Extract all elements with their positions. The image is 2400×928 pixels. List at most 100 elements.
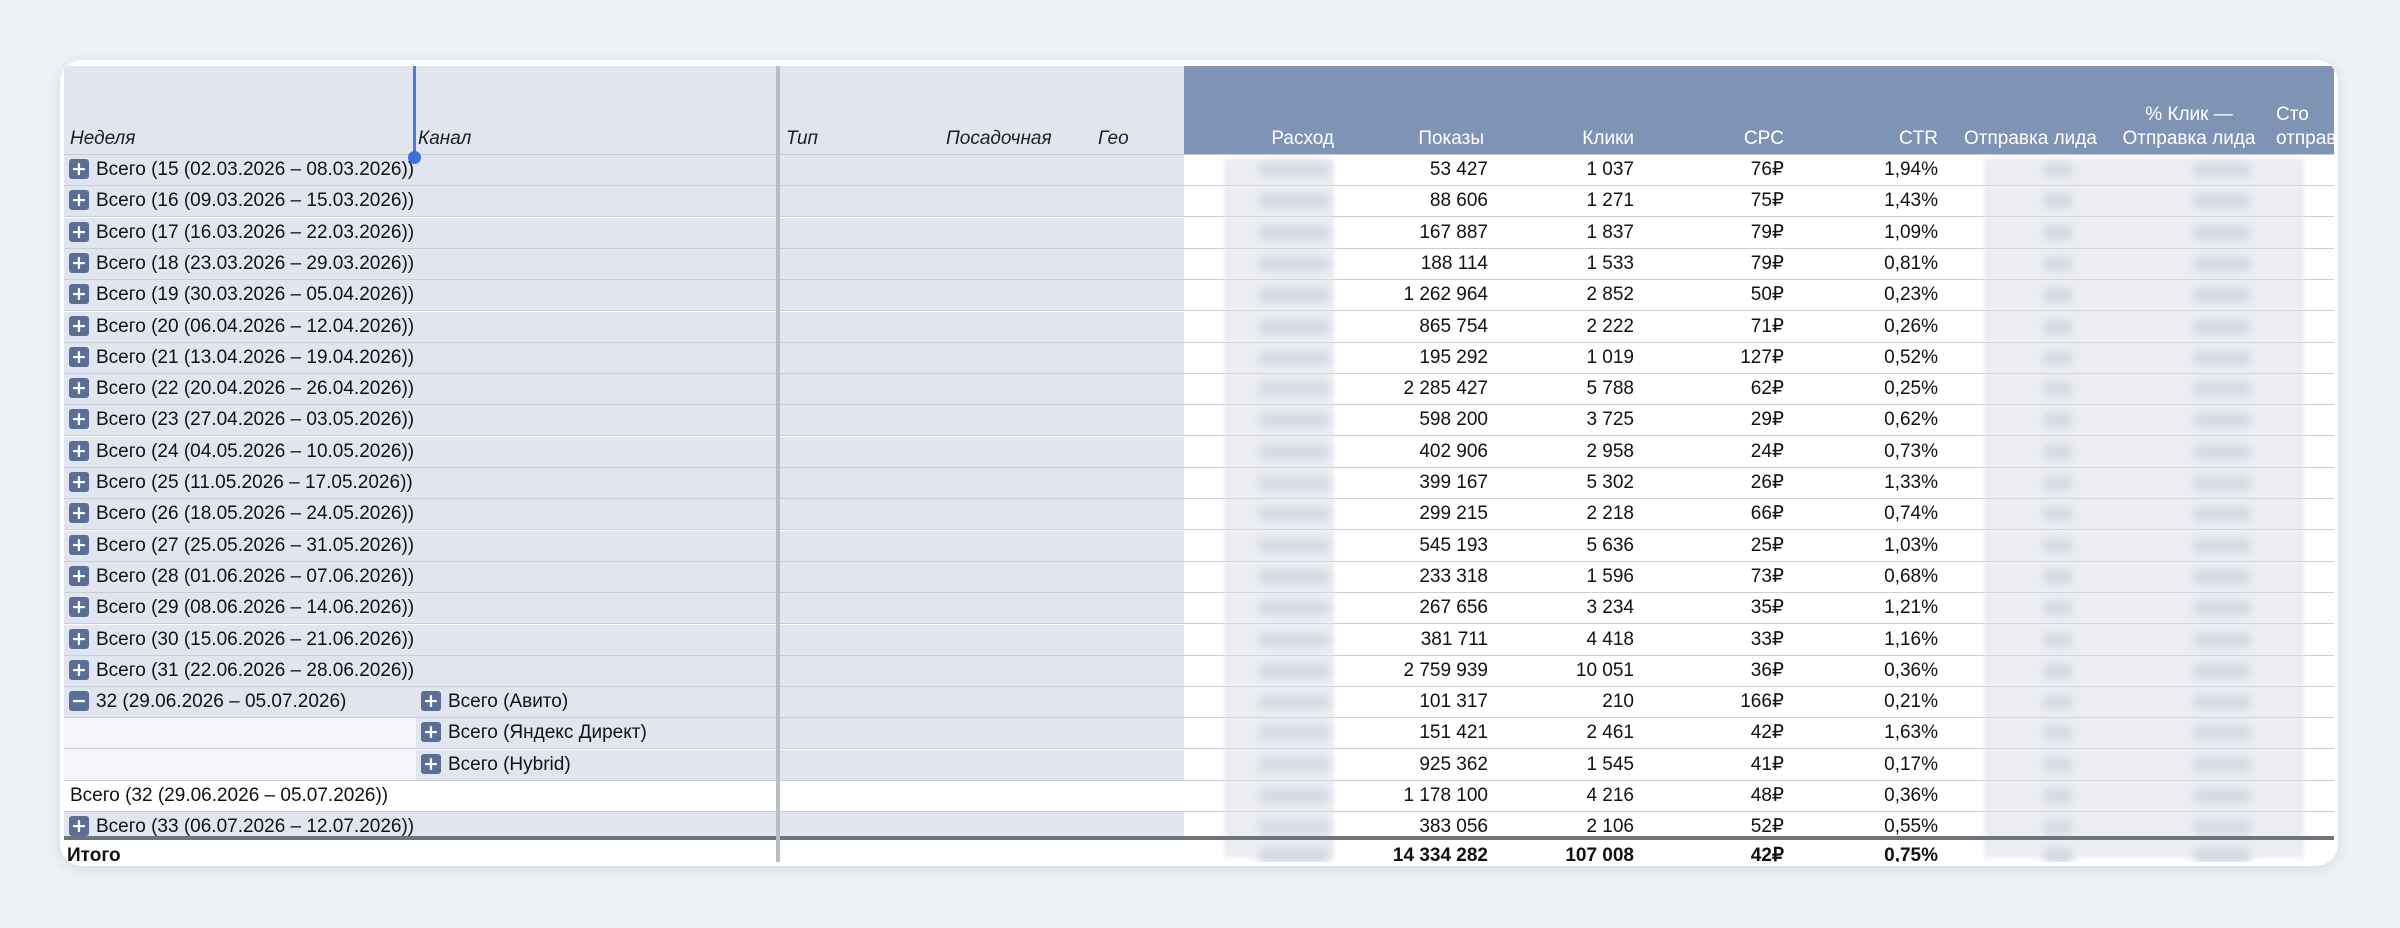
expand-icon[interactable]: +	[421, 691, 441, 712]
impressions-value: 233 318	[1419, 565, 1488, 587]
ctr-value: 1,21%	[1884, 597, 1938, 619]
row-dimension-cells	[64, 840, 1184, 862]
header-spend[interactable]: Расход	[1214, 128, 1334, 150]
expand-icon[interactable]: +	[69, 346, 89, 367]
impressions-value: 383 056	[1419, 816, 1488, 838]
column-group-separator[interactable]	[776, 66, 780, 862]
expand-icon[interactable]: +	[69, 659, 89, 680]
impressions-value: 1 262 964	[1403, 284, 1488, 306]
pivot-table: Неделя Канал Тип Посадочная Гео Расход П…	[64, 66, 2334, 862]
hidden-spend-column	[1224, 158, 1334, 858]
header-channel[interactable]: Канал	[418, 128, 471, 150]
expand-icon[interactable]: +	[69, 440, 89, 461]
ctr-value: 0,17%	[1884, 753, 1938, 775]
impressions-value: 402 906	[1419, 440, 1488, 462]
ctr-total: 0,75%	[1884, 845, 1938, 862]
column-resize-handle[interactable]	[408, 151, 421, 164]
cpc-value: 76₽	[1750, 159, 1784, 180]
clicks-value: 4 216	[1586, 785, 1634, 806]
header-lead-submit[interactable]: Отправка лида	[1964, 128, 2097, 150]
expand-icon[interactable]: +	[69, 284, 89, 305]
cpc-value: 29₽	[1750, 409, 1784, 431]
cpc-value: 166₽	[1740, 691, 1784, 713]
impressions-value: 167 887	[1419, 221, 1488, 243]
header-cpc[interactable]: CPC	[1674, 128, 1784, 150]
ctr-value: 0,55%	[1884, 816, 1938, 838]
impressions-value: 545 193	[1419, 534, 1488, 556]
week-label: Всего (33 (06.07.2026 – 12.07.2026))	[96, 816, 415, 838]
expand-icon[interactable]: +	[69, 190, 89, 211]
impressions-total: 14 334 282	[1392, 845, 1488, 862]
impressions-value: 865 754	[1419, 315, 1488, 337]
expand-icon[interactable]: +	[421, 753, 441, 774]
expand-icon[interactable]: +	[69, 315, 89, 336]
clicks-value: 2 106	[1586, 816, 1634, 838]
ctr-value: 0,21%	[1884, 691, 1938, 713]
week-label: Всего (27 (25.05.2026 – 31.05.2026))	[96, 534, 415, 556]
clicks-value: 210	[1602, 691, 1634, 713]
expand-icon[interactable]: +	[421, 722, 441, 743]
cpc-value: 79₽	[1750, 221, 1784, 243]
cpc-value: 35₽	[1750, 597, 1784, 619]
channel-label: Всего (Hybrid)	[448, 753, 571, 775]
clicks-value: 1 837	[1586, 221, 1634, 243]
week-label: Всего (16 (09.03.2026 – 15.03.2026))	[96, 190, 415, 212]
clicks-value: 1 019	[1586, 346, 1634, 368]
header-clicks[interactable]: Клики	[1514, 128, 1634, 150]
week-label: Всего (28 (01.06.2026 – 07.06.2026))	[96, 565, 415, 587]
header-geo[interactable]: Гео	[1098, 128, 1129, 150]
header-impressions[interactable]: Показы	[1364, 128, 1484, 150]
week-label: Всего (18 (23.03.2026 – 29.03.2026))	[96, 252, 415, 274]
clicks-value: 2 461	[1586, 722, 1634, 744]
header-click-lead-pct-top[interactable]: % Клик —	[2114, 104, 2264, 126]
cpc-value: 50₽	[1750, 284, 1784, 306]
expand-icon[interactable]: +	[69, 472, 89, 492]
impressions-value: 267 656	[1419, 597, 1488, 619]
ctr-value: 0,81%	[1884, 252, 1938, 274]
clicks-value: 3 234	[1586, 597, 1634, 619]
impressions-value: 381 711	[1420, 628, 1488, 650]
expand-icon[interactable]: +	[69, 409, 89, 430]
ctr-value: 0,25%	[1884, 378, 1938, 400]
expand-icon[interactable]: +	[69, 503, 89, 524]
expand-icon[interactable]: +	[69, 534, 89, 555]
cpc-value: 75₽	[1750, 190, 1784, 212]
expand-icon[interactable]: +	[69, 565, 89, 586]
ctr-value: 0,26%	[1884, 315, 1938, 337]
expand-icon[interactable]: +	[69, 816, 89, 837]
impressions-value: 151 421	[1419, 722, 1488, 744]
header-click-lead-pct[interactable]: Отправка лида	[2114, 128, 2264, 150]
ctr-value: 0,23%	[1884, 284, 1938, 306]
expand-icon[interactable]: +	[69, 252, 89, 273]
clicks-value: 2 222	[1586, 315, 1634, 337]
ctr-value: 0,36%	[1884, 659, 1938, 681]
expand-icon[interactable]: +	[69, 159, 89, 179]
ctr-value: 1,94%	[1884, 159, 1938, 180]
clicks-value: 10 051	[1575, 659, 1634, 681]
week-label: Всего (30 (15.06.2026 – 21.06.2026))	[96, 628, 415, 650]
ctr-value: 0,73%	[1884, 440, 1938, 462]
column-resize-line[interactable]	[413, 66, 416, 158]
ctr-value: 1,33%	[1884, 472, 1938, 493]
expand-icon[interactable]: +	[69, 378, 89, 399]
week-label: Всего (19 (30.03.2026 – 05.04.2026))	[96, 284, 415, 306]
expand-icon[interactable]: +	[69, 628, 89, 649]
header-week[interactable]: Неделя	[70, 128, 135, 150]
header-landing[interactable]: Посадочная	[946, 128, 1052, 150]
collapse-icon[interactable]: −	[69, 691, 89, 712]
report-card: Неделя Канал Тип Посадочная Гео Расход П…	[60, 60, 2338, 866]
header-ctr[interactable]: CTR	[1834, 128, 1938, 150]
clicks-value: 4 418	[1586, 628, 1634, 650]
ctr-value: 1,16%	[1884, 628, 1938, 650]
expand-icon[interactable]: +	[69, 221, 89, 242]
week-label: Всего (24 (04.05.2026 – 10.05.2026))	[96, 440, 415, 462]
header-type[interactable]: Тип	[786, 128, 818, 150]
impressions-value: 399 167	[1419, 472, 1488, 493]
cpc-value: 73₽	[1750, 565, 1784, 587]
expand-icon[interactable]: +	[69, 597, 89, 618]
ctr-value: 0,62%	[1884, 409, 1938, 431]
total-divider	[64, 836, 2334, 840]
clicks-value: 1 271	[1586, 190, 1634, 212]
header-cost-per-lead-top[interactable]: Сто	[2276, 104, 2309, 126]
header-cost-per-lead[interactable]: отправ	[2276, 128, 2334, 150]
